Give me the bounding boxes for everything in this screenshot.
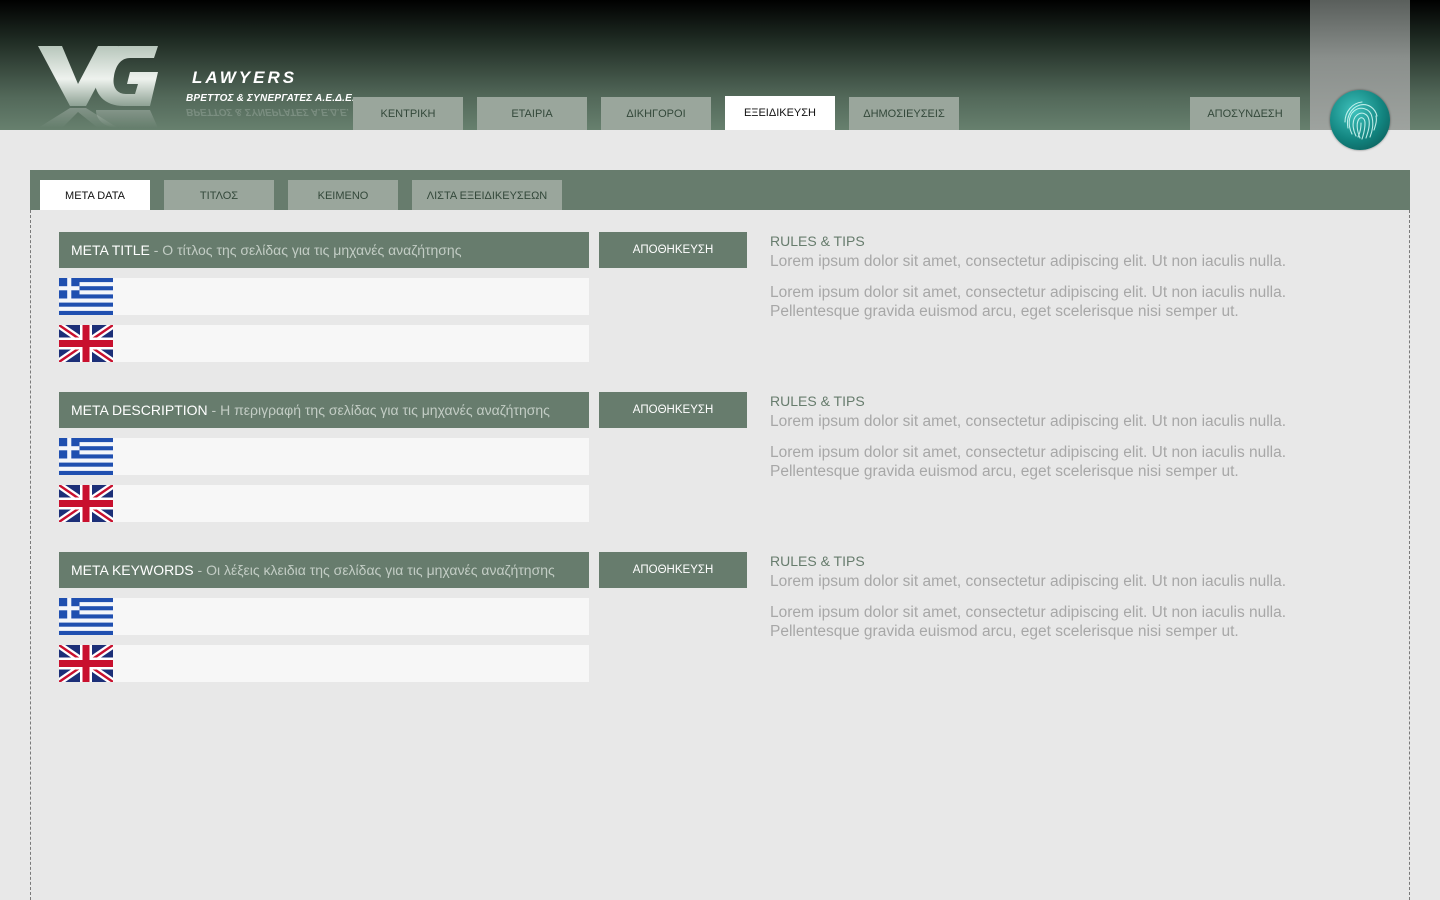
logo-subtitle-reflection: ΒΡΕΤΤΟΣ & ΣΥΝΕΡΓΑΤΕΣ Α.Ε.Δ.Ε. [186, 106, 350, 117]
fingerprint-icon[interactable] [1330, 90, 1390, 150]
meta-title-hint: - Ο τίτλος της σελίδας για τις μηχανές α… [149, 242, 462, 258]
nav-tab-kentriki[interactable]: ΚΕΝΤΡΙΚΗ [353, 97, 463, 130]
nav-tab-dimosieuseis[interactable]: ΔΗΜΟΣΙΕΥΣΕΙΣ [849, 97, 959, 130]
meta-title-tips: RULES & TIPS Lorem ipsum dolor sit amet,… [770, 232, 1360, 321]
meta-keywords-greek-row [59, 598, 589, 635]
logout-button[interactable]: ΑΠΟΣΥΝΔΕΣΗ [1190, 97, 1300, 130]
meta-description-header: META DESCRIPTION - Η περιγραφή της σελίδ… [59, 392, 589, 428]
meta-keywords-tips: RULES & TIPS Lorem ipsum dolor sit amet,… [770, 552, 1360, 641]
meta-title-section: META TITLE - Ο τίτλος της σελίδας για τι… [59, 232, 1359, 382]
tab-meta-data[interactable]: META DATA [40, 180, 150, 210]
meta-keywords-english-input[interactable] [119, 645, 587, 682]
tips-title: RULES & TIPS [770, 233, 865, 249]
meta-description-save-button[interactable]: ΑΠΟΘΗΚΕΥΣΗ [599, 392, 747, 428]
meta-description-greek-input[interactable] [119, 438, 587, 475]
nav-tab-exeidikeusi[interactable]: ΕΞΕΙΔΙΚΕΥΣΗ [725, 96, 835, 130]
meta-keywords-save-button[interactable]: ΑΠΟΘΗΚΕΥΣΗ [599, 552, 747, 588]
meta-title-label: META TITLE [71, 242, 150, 258]
vg-lawyers-logo[interactable]: LAWYERS ΒΡΕΤΤΟΣ & ΣΥΝΕΡΓΑΤΕΣ Α.Ε.Δ.Ε. ΒΡ… [34, 40, 355, 130]
meta-keywords-hint: - Οι λέξεις κλειδια της σελίδας για τις … [193, 562, 555, 578]
meta-description-english-row [59, 485, 589, 522]
tips-title: RULES & TIPS [770, 393, 865, 409]
tab-keimeno[interactable]: ΚΕΙΜΕΝΟ [288, 180, 398, 210]
meta-title-save-button[interactable]: ΑΠΟΘΗΚΕΥΣΗ [599, 232, 747, 268]
tips-paragraph: Lorem ipsum dolor sit amet, consectetur … [770, 284, 1287, 320]
tips-paragraph: Lorem ipsum dolor sit amet, consectetur … [770, 253, 1287, 270]
tips-paragraph: Lorem ipsum dolor sit amet, consectetur … [770, 444, 1287, 480]
meta-description-hint: - Η περιγραφή της σελίδας για τις μηχανέ… [207, 402, 550, 418]
meta-description-tips: RULES & TIPS Lorem ipsum dolor sit amet,… [770, 392, 1360, 481]
meta-description-section: META DESCRIPTION - Η περιγραφή της σελίδ… [59, 392, 1359, 542]
meta-title-greek-input[interactable] [119, 278, 587, 315]
meta-description-english-input[interactable] [119, 485, 587, 522]
fingerprint-lines [1344, 101, 1378, 140]
uk-flag-icon [59, 485, 113, 522]
meta-description-greek-row [59, 438, 589, 475]
vg-monogram-icon [38, 46, 158, 128]
tips-title: RULES & TIPS [770, 553, 865, 569]
logo-subtitle: ΒΡΕΤΤΟΣ & ΣΥΝΕΡΓΑΤΕΣ Α.Ε.Δ.Ε. [186, 93, 356, 104]
meta-keywords-header: META KEYWORDS - Οι λέξεις κλειδια της σε… [59, 552, 589, 588]
tips-paragraph: Lorem ipsum dolor sit amet, consectetur … [770, 573, 1287, 590]
meta-description-label: META DESCRIPTION [71, 402, 208, 418]
meta-title-english-row [59, 325, 589, 362]
tips-paragraph: Lorem ipsum dolor sit amet, consectetur … [770, 604, 1287, 640]
tips-paragraph: Lorem ipsum dolor sit amet, consectetur … [770, 413, 1287, 430]
greek-flag-icon [59, 598, 113, 635]
meta-keywords-section: META KEYWORDS - Οι λέξεις κλειδια της σε… [59, 552, 1359, 702]
tab-lista-exeidikeuseon[interactable]: ΛΙΣΤΑ ΕΞΕΙΔΙΚΕΥΣΕΩΝ [412, 180, 562, 210]
meta-title-greek-row [59, 278, 589, 315]
meta-keywords-english-row [59, 645, 589, 682]
logo-brand-text: LAWYERS [192, 68, 298, 87]
meta-title-english-input[interactable] [119, 325, 587, 362]
meta-keywords-label: META KEYWORDS [71, 562, 194, 578]
nav-tab-dikigoroi[interactable]: ΔΙΚΗΓΟΡΟΙ [601, 97, 711, 130]
uk-flag-icon [59, 645, 113, 682]
meta-keywords-greek-input[interactable] [119, 598, 587, 635]
uk-flag-icon [59, 325, 113, 362]
greek-flag-icon [59, 278, 113, 315]
nav-tab-etairia[interactable]: ΕΤΑΙΡΙΑ [477, 97, 587, 130]
meta-title-header: META TITLE - Ο τίτλος της σελίδας για τι… [59, 232, 589, 268]
greek-flag-icon [59, 438, 113, 475]
tab-titlos[interactable]: ΤΙΤΛΟΣ [164, 180, 274, 210]
